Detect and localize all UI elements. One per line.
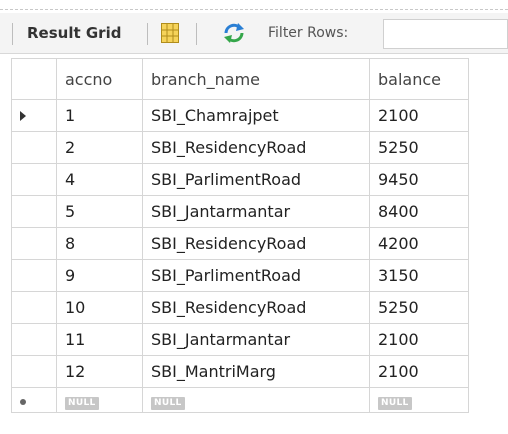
table-row[interactable]: 10 SBI_ResidencyRoad 5250 bbox=[11, 291, 469, 324]
grid-view-icon[interactable] bbox=[161, 23, 179, 43]
table-row[interactable]: 1 SBI_Chamrajpet 2100 bbox=[11, 99, 469, 132]
cell-branch-name[interactable]: SBI_ResidencyRoad bbox=[142, 291, 370, 324]
cell-branch-name[interactable]: SBI_ResidencyRoad bbox=[142, 227, 370, 260]
null-badge: NULL bbox=[151, 397, 185, 410]
cell-branch-name[interactable]: SBI_Chamrajpet bbox=[142, 99, 370, 132]
null-badge: NULL bbox=[378, 397, 412, 410]
cell-accno[interactable]: 9 bbox=[56, 259, 143, 292]
cell-accno[interactable]: 10 bbox=[56, 291, 143, 324]
toolbar-separator bbox=[147, 23, 148, 45]
table-row[interactable]: 5 SBI_Jantarmantar 8400 bbox=[11, 195, 469, 228]
cell-balance[interactable]: 2100 bbox=[369, 355, 469, 388]
cell-branch-name[interactable]: NULL bbox=[142, 387, 370, 413]
cell-accno[interactable]: 8 bbox=[56, 227, 143, 260]
table-row[interactable]: 9 SBI_ParlimentRoad 3150 bbox=[11, 259, 469, 292]
cell-balance[interactable]: 2100 bbox=[369, 323, 469, 356]
cell-balance[interactable]: 5250 bbox=[369, 291, 469, 324]
row-marker[interactable] bbox=[11, 163, 57, 196]
cell-accno[interactable]: 11 bbox=[56, 323, 143, 356]
toolbar-separator bbox=[196, 23, 197, 45]
cell-branch-name[interactable]: SBI_Jantarmantar bbox=[142, 195, 370, 228]
header-row: accno branch_name balance bbox=[11, 58, 469, 100]
row-marker[interactable] bbox=[11, 195, 57, 228]
row-marker[interactable] bbox=[11, 259, 57, 292]
cell-balance[interactable]: 5250 bbox=[369, 131, 469, 164]
cell-branch-name[interactable]: SBI_Jantarmantar bbox=[142, 323, 370, 356]
cell-balance[interactable]: 9450 bbox=[369, 163, 469, 196]
new-row[interactable]: NULL NULL NULL bbox=[11, 387, 469, 413]
cell-branch-name[interactable]: SBI_ResidencyRoad bbox=[142, 131, 370, 164]
cell-balance[interactable]: NULL bbox=[369, 387, 469, 413]
row-marker[interactable] bbox=[11, 355, 57, 388]
result-grid-table: accno branch_name balance 1 SBI_Chamrajp… bbox=[11, 58, 469, 413]
result-toolbar: Result Grid Filter Rows: bbox=[0, 13, 508, 54]
new-row-icon bbox=[20, 399, 26, 405]
null-badge: NULL bbox=[65, 397, 99, 410]
cell-accno[interactable]: 5 bbox=[56, 195, 143, 228]
table-row[interactable]: 12 SBI_MantriMarg 2100 bbox=[11, 355, 469, 388]
cell-accno[interactable]: 12 bbox=[56, 355, 143, 388]
row-marker[interactable] bbox=[11, 99, 57, 132]
cell-balance[interactable]: 4200 bbox=[369, 227, 469, 260]
top-border bbox=[0, 0, 508, 10]
cell-balance[interactable]: 2100 bbox=[369, 99, 469, 132]
row-marker[interactable] bbox=[11, 227, 57, 260]
cell-balance[interactable]: 3150 bbox=[369, 259, 469, 292]
cell-accno[interactable]: 4 bbox=[56, 163, 143, 196]
cell-balance[interactable]: 8400 bbox=[369, 195, 469, 228]
row-marker-header bbox=[11, 58, 57, 100]
table-row[interactable]: 11 SBI_Jantarmantar 2100 bbox=[11, 323, 469, 356]
cell-accno[interactable]: 2 bbox=[56, 131, 143, 164]
cell-branch-name[interactable]: SBI_ParlimentRoad bbox=[142, 163, 370, 196]
result-grid-tab[interactable]: Result Grid bbox=[27, 13, 121, 53]
cell-branch-name[interactable]: SBI_ParlimentRoad bbox=[142, 259, 370, 292]
toolbar-separator bbox=[12, 23, 13, 45]
table-row[interactable]: 8 SBI_ResidencyRoad 4200 bbox=[11, 227, 469, 260]
table-row[interactable]: 4 SBI_ParlimentRoad 9450 bbox=[11, 163, 469, 196]
column-header-accno[interactable]: accno bbox=[56, 58, 143, 100]
row-marker[interactable] bbox=[11, 131, 57, 164]
refresh-icon[interactable] bbox=[222, 22, 246, 44]
row-marker[interactable] bbox=[11, 387, 57, 413]
current-row-arrow-icon bbox=[20, 111, 26, 121]
filter-rows-input[interactable] bbox=[383, 19, 508, 49]
cell-branch-name[interactable]: SBI_MantriMarg bbox=[142, 355, 370, 388]
row-marker[interactable] bbox=[11, 323, 57, 356]
cell-accno[interactable]: NULL bbox=[56, 387, 143, 413]
row-marker[interactable] bbox=[11, 291, 57, 324]
cell-accno[interactable]: 1 bbox=[56, 99, 143, 132]
column-header-balance[interactable]: balance bbox=[369, 58, 469, 100]
column-header-branch-name[interactable]: branch_name bbox=[142, 58, 370, 100]
filter-rows-label: Filter Rows: bbox=[268, 25, 349, 41]
table-row[interactable]: 2 SBI_ResidencyRoad 5250 bbox=[11, 131, 469, 164]
